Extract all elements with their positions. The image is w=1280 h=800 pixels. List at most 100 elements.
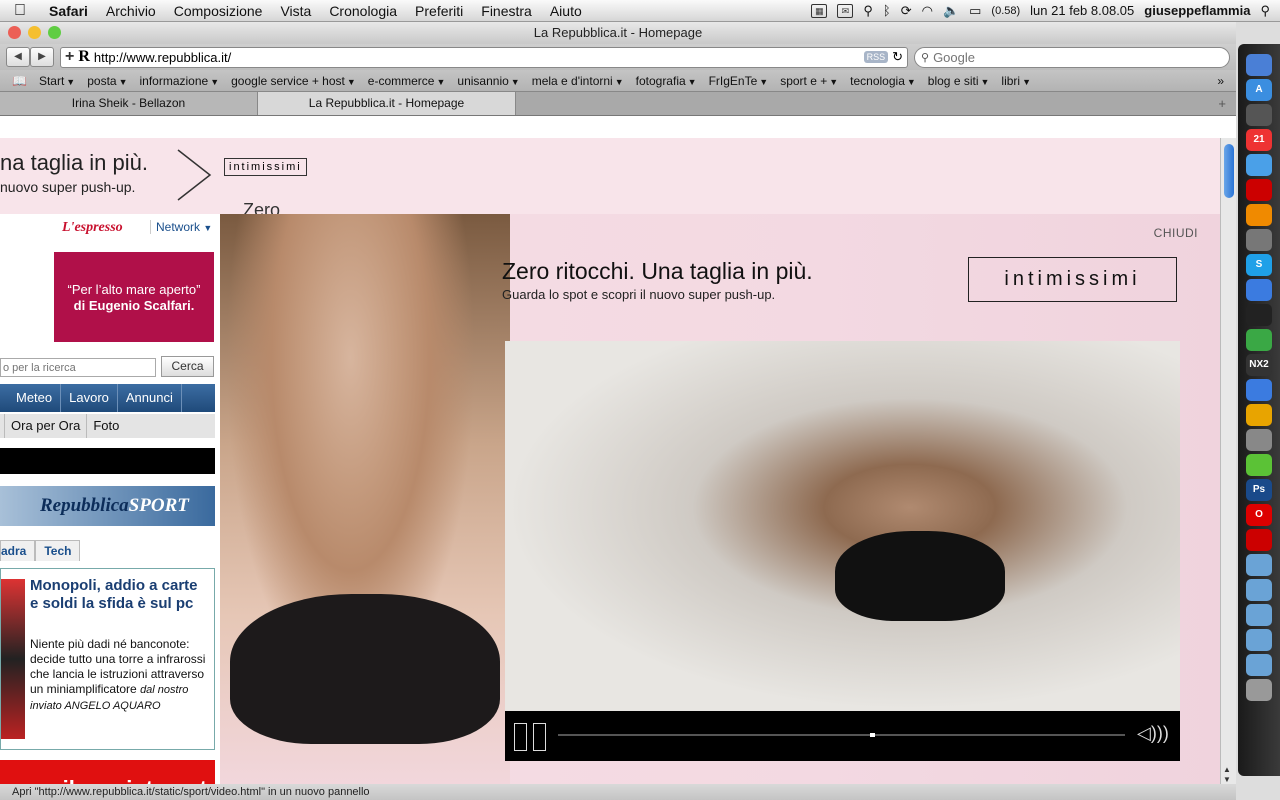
battery-icon[interactable]: ▭ <box>969 3 981 19</box>
minimize-window-icon[interactable] <box>28 26 41 39</box>
nx-icon[interactable]: NX2 <box>1246 354 1272 376</box>
news-headline[interactable]: Monopoli, addio a carte e soldi la sfida… <box>30 577 210 613</box>
espresso-logo[interactable]: L'espresso <box>62 220 123 236</box>
messenger-icon[interactable] <box>1246 329 1272 351</box>
bookmark-posta[interactable]: posta ▼ <box>81 74 133 88</box>
clock[interactable]: lun 21 feb 8.08.05 <box>1030 3 1134 18</box>
bookmark-start[interactable]: Start ▼ <box>33 74 81 88</box>
wifi-icon[interactable]: ◠ <box>922 3 933 19</box>
bookmark-unisannio[interactable]: unisannio ▼ <box>451 74 525 88</box>
folder-icon[interactable] <box>1246 554 1272 576</box>
network-menu[interactable]: Network ▼ <box>150 220 212 234</box>
appstore-icon[interactable]: A <box>1246 79 1272 101</box>
repubblica-sport-logo[interactable]: RepubblicaSPORT <box>0 486 215 526</box>
itunes-icon[interactable] <box>1246 379 1272 401</box>
menu-preferiti[interactable]: Preferiti <box>406 3 472 19</box>
site-search-input[interactable] <box>0 358 156 377</box>
bookmark-mela[interactable]: mela e d'intorni ▼ <box>526 74 630 88</box>
bluetooth-icon[interactable]: ᛒ <box>883 3 891 18</box>
close-window-icon[interactable] <box>8 26 21 39</box>
video-frame[interactable] <box>505 341 1180 711</box>
search-input[interactable] <box>933 49 1223 65</box>
bookmark-sport[interactable]: sport e + ▼ <box>774 74 844 88</box>
nav-foto[interactable]: Foto <box>87 414 125 438</box>
menu-app[interactable]: Safari <box>40 3 97 19</box>
folder-icon[interactable] <box>1246 579 1272 601</box>
vertical-scroll-thumb[interactable] <box>1224 144 1234 198</box>
folder-icon[interactable] <box>1246 629 1272 651</box>
evernote-icon[interactable] <box>1246 454 1272 476</box>
rss-badge[interactable]: RSS <box>863 51 889 63</box>
close-ad-button[interactable]: CHIUDI <box>1154 226 1198 240</box>
new-tab-icon[interactable]: + <box>1218 92 1236 115</box>
user-name[interactable]: giuseppeflammia <box>1144 3 1250 18</box>
tab-irina-sheik[interactable]: Irina Sheik - Bellazon <box>0 92 258 115</box>
video-player[interactable]: ◁))) <box>505 341 1180 761</box>
nav-ora-per-ora[interactable]: Ora per Ora <box>5 414 88 438</box>
pause-icon[interactable] <box>514 723 548 751</box>
tab-squadra[interactable]: adra <box>0 540 36 561</box>
menu-composizione[interactable]: Composizione <box>165 3 272 19</box>
intimissimi-logo[interactable]: intimissimi <box>968 257 1177 302</box>
mail-icon[interactable]: ✉ <box>837 3 854 18</box>
search-field[interactable]: ⚲ <box>914 46 1230 68</box>
reload-icon[interactable]: ↻ <box>892 49 903 65</box>
bookmark-informazione[interactable]: informazione ▼ <box>134 74 226 88</box>
cerca-button[interactable]: Cerca <box>161 356 214 377</box>
photoshop-icon[interactable]: Ps <box>1246 479 1272 501</box>
spotlight-icon[interactable]: ⚲ <box>1260 3 1270 19</box>
trash-icon[interactable] <box>1246 679 1272 701</box>
ical-icon[interactable]: 21 <box>1246 129 1272 151</box>
antenna-icon[interactable]: ⚲ <box>863 3 873 19</box>
scroll-arrows-icon[interactable]: ▲ ▼ <box>1223 765 1231 785</box>
bookmark-blog[interactable]: blog e siti ▼ <box>922 74 996 88</box>
finder-icon[interactable] <box>1246 54 1272 76</box>
flashcard-icon[interactable] <box>1246 179 1272 201</box>
terminal-icon[interactable] <box>1246 304 1272 326</box>
home-icon[interactable] <box>1246 279 1272 301</box>
tab-tech[interactable]: Tech <box>35 540 81 561</box>
bookmarks-book-icon[interactable]: 📖 <box>6 74 33 88</box>
volume-icon[interactable]: ◁))) <box>1137 723 1169 751</box>
bookmark-google-service[interactable]: google service + host ▼ <box>225 74 362 88</box>
opera-icon[interactable]: O <box>1246 504 1272 526</box>
video-progress-knob[interactable] <box>869 733 875 737</box>
menu-archivio[interactable]: Archivio <box>97 3 165 19</box>
nav-meteo[interactable]: Meteo <box>8 384 62 412</box>
folder-icon[interactable] <box>1246 654 1272 676</box>
top-ad-banner[interactable]: na taglia in più. nuovo super push-up. i… <box>0 138 1220 220</box>
skype-icon[interactable]: S <box>1246 254 1272 276</box>
dashboard-icon[interactable] <box>1246 104 1272 126</box>
utility-icon[interactable] <box>1246 229 1272 251</box>
url-input[interactable] <box>93 49 860 65</box>
volume-icon[interactable]: 🔈 <box>943 3 959 19</box>
back-button[interactable]: ◀ <box>6 47 30 67</box>
sync-icon[interactable]: ⟳ <box>901 3 912 19</box>
scalfari-ad[interactable]: “Per l’alto mare aperto” di Eugenio Scal… <box>54 252 214 342</box>
bookmark-e-commerce[interactable]: e-commerce ▼ <box>362 74 452 88</box>
acrobat-icon[interactable] <box>1246 529 1272 551</box>
safari-icon[interactable] <box>1246 154 1272 176</box>
tab-repubblica[interactable]: La Repubblica.it - Homepage <box>258 92 516 115</box>
bookmark-tecnologia[interactable]: tecnologia ▼ <box>844 74 922 88</box>
menu-cronologia[interactable]: Cronologia <box>320 3 406 19</box>
address-bar[interactable]: + R RSS ↻ <box>60 46 908 68</box>
nav-annunci[interactable]: Annunci <box>118 384 182 412</box>
nav-lavoro[interactable]: Lavoro <box>61 384 118 412</box>
bookmark-libri[interactable]: libri ▼ <box>995 74 1037 88</box>
video-progress-track[interactable] <box>558 733 1125 737</box>
vlc-icon[interactable] <box>1246 204 1272 226</box>
vertical-scrollbar[interactable]: ▲ ▼ <box>1220 138 1236 789</box>
menu-aiuto[interactable]: Aiuto <box>541 3 591 19</box>
bookmark-frigente[interactable]: FrIgEnTe ▼ <box>703 74 775 88</box>
menu-vista[interactable]: Vista <box>271 3 320 19</box>
more-bookmarks-icon[interactable]: » <box>1211 74 1230 88</box>
calendar-icon[interactable]: ▦ <box>811 3 828 18</box>
forward-button[interactable]: ▶ <box>30 47 54 67</box>
news-thumbnail[interactable] <box>1 579 25 739</box>
folder-icon[interactable] <box>1246 604 1272 626</box>
apple-icon[interactable]:  <box>0 2 40 20</box>
menu-finestra[interactable]: Finestra <box>472 3 541 19</box>
zoom-window-icon[interactable] <box>48 26 61 39</box>
network-icon[interactable] <box>1246 429 1272 451</box>
